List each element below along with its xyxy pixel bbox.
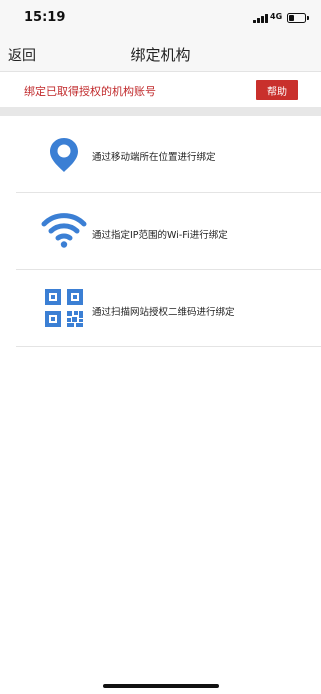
option-label: 通过指定IP范围的Wi-Fi进行绑定 [92,230,228,241]
notice-row: 绑定已取得授权的机构账号 帮助 [0,73,321,107]
location-pin-icon [50,138,78,172]
status-bar: 15:19 4G [0,0,321,38]
signal-strength-icon [253,14,269,23]
option-qr-binding[interactable]: 通过扫描网站授权二维码进行绑定 [0,270,321,347]
network-type: 4G [270,12,283,21]
binding-options-list: 通过移动端所在位置进行绑定 通过指定IP范围的Wi-Fi进行绑定 通过扫描网站授… [0,116,321,347]
home-indicator [103,684,219,688]
battery-cap [307,16,309,20]
option-label: 通过扫描网站授权二维码进行绑定 [92,307,235,318]
qr-code-icon [45,289,83,327]
section-divider [0,107,321,116]
option-label: 通过移动端所在位置进行绑定 [92,152,216,163]
row-divider [16,346,321,347]
option-location-binding[interactable]: 通过移动端所在位置进行绑定 [0,116,321,193]
page-title: 绑定机构 [130,46,191,64]
help-button[interactable]: 帮助 [256,80,298,100]
battery-level [289,15,294,21]
battery-icon [287,13,306,23]
wifi-icon [41,213,87,248]
navigation-bar: 返回 绑定机构 [0,38,321,72]
status-time: 15:19 [24,10,66,25]
option-wifi-binding[interactable]: 通过指定IP范围的Wi-Fi进行绑定 [0,193,321,270]
notice-text: 绑定已取得授权的机构账号 [24,85,156,98]
